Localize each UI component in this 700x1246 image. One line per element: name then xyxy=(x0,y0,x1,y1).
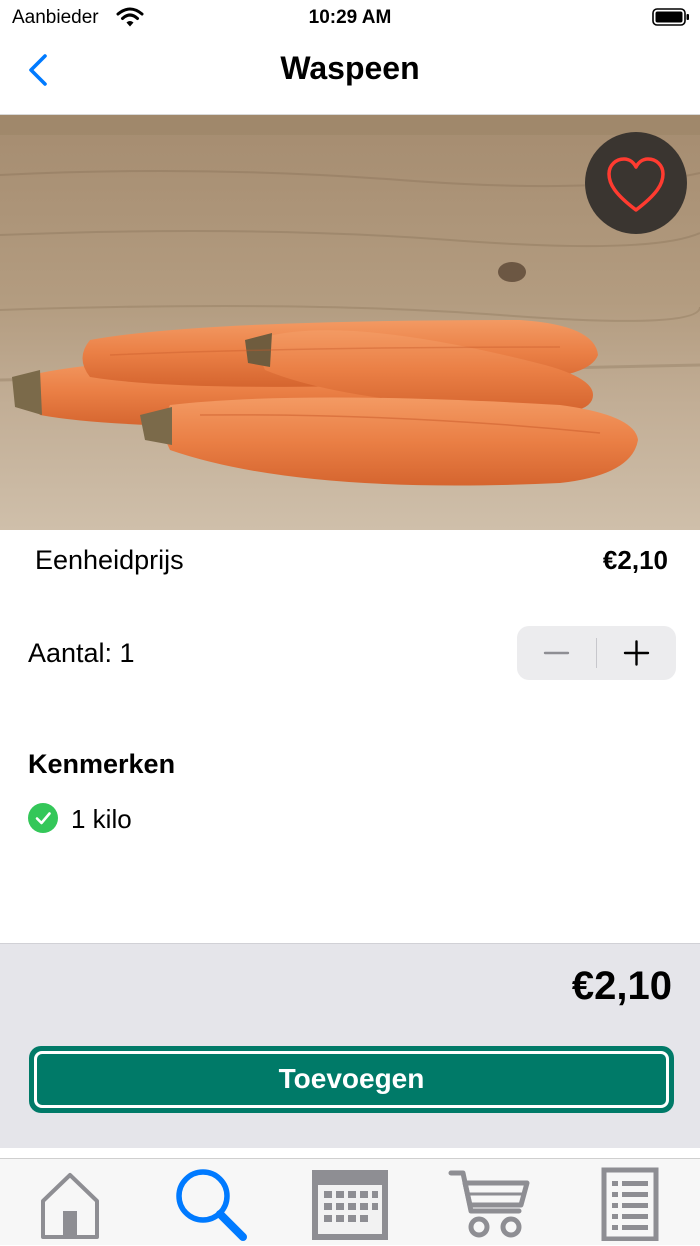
calendar-icon xyxy=(312,1170,388,1240)
tab-home[interactable] xyxy=(25,1165,115,1241)
tab-cart[interactable] xyxy=(445,1165,535,1241)
checkmark-circle-icon xyxy=(28,803,58,833)
quantity-stepper xyxy=(517,626,676,680)
quantity-label: Aantal: 1 xyxy=(28,638,135,668)
tab-bar xyxy=(0,1158,700,1245)
tab-calendar[interactable] xyxy=(305,1165,395,1241)
decrement-button[interactable] xyxy=(517,626,596,680)
features-heading: Kenmerken xyxy=(28,749,176,779)
plus-icon xyxy=(623,640,650,666)
checkout-panel: €2,10 Toevoegen xyxy=(0,943,700,1148)
unit-price-label: Eenheidprijs xyxy=(35,545,184,575)
feature-text: 1 kilo xyxy=(71,804,132,834)
status-bar: Aanbieder 10:29 AM xyxy=(0,0,700,36)
total-price: €2,10 xyxy=(571,964,672,1008)
unit-price-value: €2,10 xyxy=(602,545,668,575)
tab-list[interactable] xyxy=(585,1165,675,1242)
home-icon xyxy=(41,1173,99,1239)
tab-search[interactable] xyxy=(165,1165,255,1241)
page-title: Waspeen xyxy=(280,50,420,86)
battery-icon xyxy=(652,8,689,26)
cart-icon xyxy=(448,1170,530,1238)
add-button-label: Toevoegen xyxy=(278,1063,425,1094)
minus-icon xyxy=(543,651,570,655)
favorite-button[interactable] xyxy=(585,132,687,234)
list-icon xyxy=(601,1167,659,1242)
search-icon xyxy=(176,1169,247,1241)
status-time: 10:29 AM xyxy=(308,7,392,28)
increment-button[interactable] xyxy=(597,626,676,680)
heart-icon xyxy=(607,157,665,212)
navigation-bar: Waspeen xyxy=(0,36,700,115)
add-to-cart-button[interactable]: Toevoegen xyxy=(29,1046,674,1113)
